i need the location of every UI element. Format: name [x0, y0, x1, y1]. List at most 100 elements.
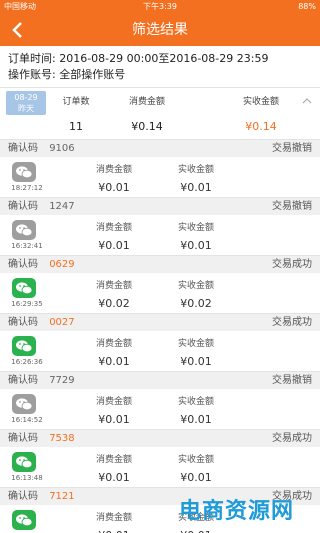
transaction-row[interactable]: 确认码 9106 交易撤销 18:27:12 消费金额 ¥0.01 实收金额 ¥…	[0, 140, 320, 198]
battery-level: 88%	[298, 2, 316, 11]
summary-order-count: 订单数 11	[56, 94, 96, 133]
wechat-pay-icon	[12, 510, 36, 530]
consume-amount: ¥0.01	[98, 181, 130, 194]
code-label: 确认码	[8, 375, 38, 386]
wechat-pay-icon	[12, 336, 36, 356]
transaction-header: 确认码 9106 交易撤销	[0, 140, 320, 157]
transaction-status: 交易成功	[272, 433, 312, 444]
transaction-time: 16:13:48	[11, 474, 43, 482]
consume-amount: ¥0.01	[90, 529, 138, 533]
consume-label: 消费金额	[95, 339, 132, 349]
received-column: 实收金额 ¥0.01	[172, 452, 220, 484]
received-column: 实收金额 ¥0.01	[172, 394, 220, 426]
wechat-pay-icon	[12, 452, 36, 472]
received-label: 实收金额	[177, 223, 214, 233]
transaction-row[interactable]: 确认码 7538 交易成功 16:13:48 消费金额 ¥0.01 实收金额 ¥…	[0, 430, 320, 488]
transaction-header: 确认码 1247 交易撤销	[0, 198, 320, 215]
consume-label: 消费金额	[95, 165, 132, 175]
order-count-value: 11	[69, 120, 83, 133]
received-value: ¥0.14	[245, 120, 277, 133]
transaction-list: 确认码 9106 交易撤销 18:27:12 消费金额 ¥0.01 实收金额 ¥…	[0, 140, 320, 533]
consume-amount: ¥0.01	[98, 355, 130, 368]
order-count-label: 订单数	[62, 97, 90, 107]
transaction-status: 交易撤销	[272, 201, 312, 212]
received-column: 实收金额 ¥0.01	[172, 162, 220, 194]
confirmation-code: 7121	[49, 491, 75, 502]
nav-bar: 筛选结果	[0, 14, 320, 46]
transaction-row[interactable]: 确认码 0629 交易成功 16:29:35 消费金额 ¥0.02 实收金额 ¥…	[0, 256, 320, 314]
consume-amount: ¥0.01	[98, 413, 130, 426]
transaction-header: 确认码 7538 交易成功	[0, 430, 320, 447]
status-bar: 中国移动 下午3:39 88%	[0, 0, 320, 14]
received-amount: ¥0.01	[180, 355, 212, 368]
consume-column: 消费金额 ¥0.01	[90, 510, 138, 533]
consume-column: 消费金额 ¥0.01	[90, 394, 138, 426]
clock: 下午3:39	[143, 2, 177, 11]
order-time-row: 订单时间: 2016-08-29 00:00至2016-08-29 23:59	[8, 51, 312, 67]
consume-column: 消费金额 ¥0.02	[90, 278, 138, 310]
consume-amount: ¥0.02	[98, 297, 130, 310]
wechat-pay-icon	[12, 220, 36, 240]
operator-row: 操作账号: 全部操作账号	[8, 67, 312, 83]
received-column: 实收金额 ¥0.01	[172, 336, 220, 368]
operator-label: 操作账号:	[8, 68, 56, 81]
transaction-row[interactable]: 确认码 0027 交易成功 16:26:36 消费金额 ¥0.01 实收金额 ¥…	[0, 314, 320, 372]
chevron-up-icon[interactable]	[302, 98, 312, 104]
date-badge-day: 昨天	[18, 104, 34, 113]
consume-label: 消费金额	[95, 281, 132, 291]
summary-consume: 消费金额 ¥0.14	[122, 94, 172, 133]
wechat-pay-icon	[12, 278, 36, 298]
received-label: 实收金额	[177, 165, 214, 175]
transaction-row[interactable]: 确认码 7729 交易撤销 16:14:52 消费金额 ¥0.01 实收金额 ¥…	[0, 372, 320, 430]
code-label: 确认码	[8, 317, 38, 328]
consume-amount: ¥0.01	[98, 471, 130, 484]
received-column: 实收金额 ¥0.01	[172, 220, 220, 252]
transaction-time: 16:14:52	[11, 416, 43, 424]
wechat-pay-icon	[12, 394, 36, 414]
transaction-time: 16:32:41	[11, 242, 43, 250]
received-label: 实收金额	[177, 455, 214, 465]
transaction-header: 确认码 7729 交易撤销	[0, 372, 320, 389]
watermark: 电商资源网	[178, 499, 294, 524]
transaction-time: 16:26:36	[11, 358, 43, 366]
received-label: 实收金额	[177, 281, 214, 291]
received-amount: ¥0.01	[180, 413, 212, 426]
code-label: 确认码	[8, 433, 38, 444]
received-amount: ¥0.01	[180, 239, 212, 252]
transaction-header: 确认码 0629 交易成功	[0, 256, 320, 273]
received-label: 实收金额	[177, 397, 214, 407]
transaction-header: 确认码 0027 交易成功	[0, 314, 320, 331]
received-column: 实收金额 ¥0.02	[172, 278, 220, 310]
consume-column: 消费金额 ¥0.01	[90, 452, 138, 484]
summary-panel[interactable]: 08-29 昨天 订单数 11 消费金额 ¥0.14 实收金额 ¥0.14	[0, 88, 320, 140]
consume-column: 消费金额 ¥0.01	[90, 220, 138, 252]
consume-value: ¥0.14	[131, 120, 163, 133]
code-label: 确认码	[8, 201, 38, 212]
code-label: 确认码	[8, 259, 38, 270]
received-label: 实收金额	[242, 97, 279, 107]
wechat-pay-icon	[12, 162, 36, 182]
order-time-value: 2016-08-29 00:00至2016-08-29 23:59	[59, 52, 269, 65]
date-badge-date: 08-29	[14, 93, 38, 102]
confirmation-code: 1247	[49, 201, 75, 212]
consume-label: 消费金额	[95, 455, 132, 465]
received-amount: ¥0.02	[180, 297, 212, 310]
confirmation-code: 0027	[49, 317, 75, 328]
transaction-status: 交易撤销	[272, 375, 312, 386]
consume-amount: ¥0.01	[98, 239, 130, 252]
received-amount: ¥0.01	[172, 529, 220, 533]
transaction-status: 交易成功	[272, 259, 312, 270]
transaction-row[interactable]: 确认码 1247 交易撤销 16:32:41 消费金额 ¥0.01 实收金额 ¥…	[0, 198, 320, 256]
order-time-label: 订单时间:	[8, 52, 56, 65]
summary-received: 实收金额 ¥0.14	[236, 94, 286, 133]
operator-value: 全部操作账号	[59, 68, 126, 81]
code-label: 确认码	[8, 143, 38, 154]
confirmation-code: 7729	[49, 375, 75, 386]
received-amount: ¥0.01	[180, 471, 212, 484]
transaction-status: 交易成功	[272, 317, 312, 328]
consume-column: 消费金额 ¥0.01	[90, 162, 138, 194]
received-label: 实收金额	[177, 339, 214, 349]
page-title: 筛选结果	[132, 22, 188, 38]
filter-info: 订单时间: 2016-08-29 00:00至2016-08-29 23:59 …	[0, 46, 320, 88]
transaction-time: 16:29:35	[11, 300, 43, 308]
